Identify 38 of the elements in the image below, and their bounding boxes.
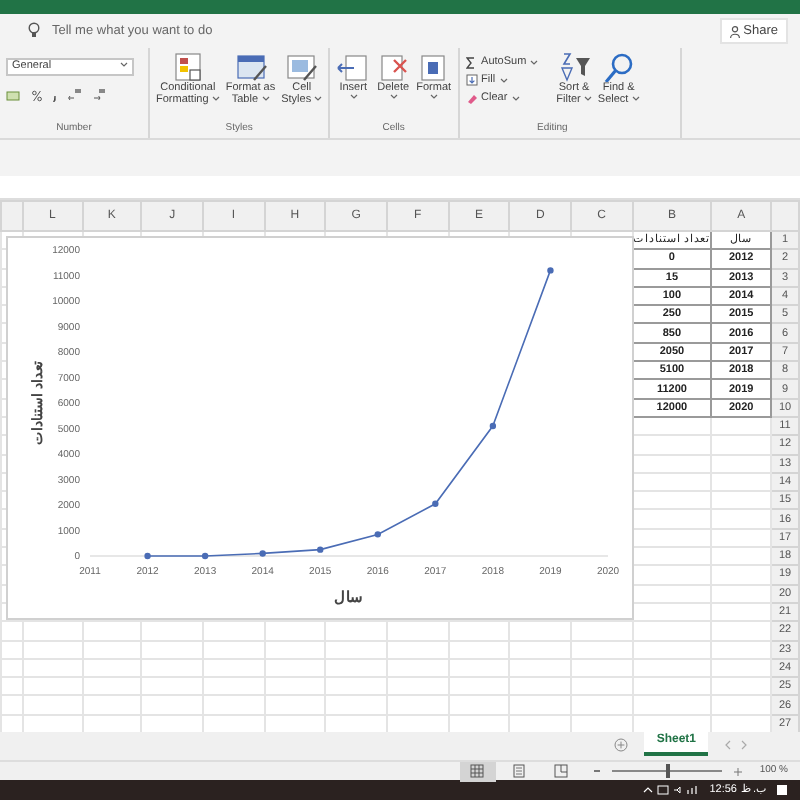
data-point	[374, 531, 381, 538]
data-point	[201, 552, 209, 560]
table-icon	[233, 52, 268, 82]
percent-icon	[32, 89, 42, 101]
caret-icon	[120, 62, 128, 69]
decrease-decimal-icon	[92, 88, 106, 102]
data-point	[317, 546, 324, 553]
caret-icon	[499, 78, 508, 84]
caret-icon	[511, 96, 520, 102]
normal-view-icon[interactable]	[459, 761, 496, 781]
eraser-icon	[465, 92, 478, 106]
person-icon	[729, 25, 740, 37]
data-point	[547, 267, 554, 274]
sort-filter-icon	[557, 52, 592, 82]
caret-icon	[631, 96, 640, 103]
add-sheet-icon[interactable]	[614, 738, 629, 752]
fill-down-icon	[465, 74, 478, 88]
caret-icon	[314, 96, 323, 103]
caret-icon	[429, 94, 438, 101]
caret-icon	[211, 96, 220, 103]
zoom-in-icon[interactable]	[733, 767, 742, 775]
data-point	[489, 422, 497, 430]
data-point	[144, 552, 151, 560]
search-icon	[601, 52, 636, 82]
caret-icon	[583, 96, 592, 103]
lightbulb-icon	[28, 21, 40, 38]
increase-decimal-icon	[68, 88, 82, 102]
tray-icons[interactable]	[641, 784, 702, 796]
sigma-icon	[465, 56, 478, 70]
slider-thumb[interactable]	[666, 764, 671, 778]
notification-icon[interactable]	[776, 784, 788, 796]
caret-icon	[349, 94, 358, 101]
accounting-format-icon	[6, 89, 22, 101]
caret-icon	[261, 96, 270, 103]
caret-icon	[530, 60, 539, 66]
data-point	[432, 500, 439, 507]
data-point	[259, 550, 266, 557]
caret-icon	[389, 94, 398, 101]
